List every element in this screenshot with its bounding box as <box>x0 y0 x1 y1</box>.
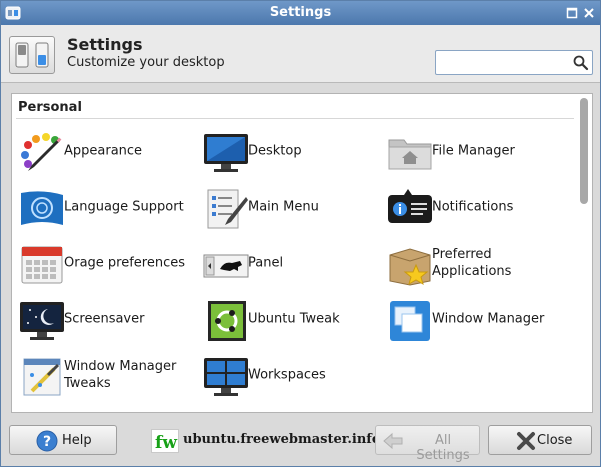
item-preferred-applications[interactable]: Preferred Applications <box>386 240 566 286</box>
item-ubuntu-tweak[interactable]: Ubuntu Tweak <box>202 296 382 342</box>
close-label: Close <box>537 433 573 448</box>
panel-icon <box>203 254 249 278</box>
item-label: File Manager <box>432 143 515 159</box>
item-language-support[interactable]: Language Support <box>18 184 198 230</box>
screensaver-icon <box>20 302 64 340</box>
maximize-icon <box>566 7 578 19</box>
item-label: Main Menu <box>248 199 319 215</box>
item-window-manager-tweaks[interactable]: Window Manager Tweaks <box>18 352 198 398</box>
header-title: Settings <box>67 35 143 54</box>
item-label: Preferred Applications <box>432 247 512 279</box>
scrollbar-thumb[interactable] <box>580 98 588 204</box>
item-notifications[interactable]: Notifications <box>386 184 566 230</box>
svg-text:?: ? <box>43 434 51 450</box>
palette-icon <box>21 133 62 171</box>
item-desktop[interactable]: Desktop <box>202 128 382 174</box>
item-label: Language Support <box>64 199 184 215</box>
window-title: Settings <box>269 5 332 20</box>
maximize-button[interactable] <box>564 5 580 21</box>
item-label: Appearance <box>64 143 143 159</box>
freewebmaster-logo: fw <box>151 429 179 453</box>
watermark: fw ubuntu.freewebmaster.info <box>151 429 381 453</box>
all-settings-button[interactable]: All Settings <box>375 425 480 463</box>
vertical-scrollbar[interactable] <box>578 96 590 410</box>
item-orage-preferences[interactable]: Orage preferences <box>18 240 198 286</box>
section-divider <box>16 118 574 119</box>
item-label: Orage preferences <box>64 255 186 271</box>
item-screensaver[interactable]: Screensaver <box>18 296 198 342</box>
item-label: Panel <box>248 255 284 271</box>
close-button[interactable]: Close <box>488 425 592 455</box>
title-bar[interactable]: Settings <box>1 1 600 25</box>
calendar-icon <box>21 246 63 284</box>
ubuntu-tweak-icon <box>208 301 246 341</box>
preferred-apps-icon <box>389 248 431 286</box>
item-label: Window Manager <box>432 311 545 327</box>
close-window-button[interactable] <box>581 5 597 21</box>
watermark-text: ubuntu.freewebmaster.info <box>183 432 381 447</box>
workspaces-icon <box>204 358 248 396</box>
item-label: Notifications <box>432 199 514 215</box>
back-arrow-icon <box>383 432 403 450</box>
search-icon[interactable] <box>572 54 589 71</box>
window-tweaks-icon <box>23 358 61 396</box>
help-icon: ? <box>36 430 58 452</box>
item-main-menu[interactable]: Main Menu <box>202 184 382 230</box>
help-label: Help <box>62 433 92 448</box>
search-input[interactable] <box>440 54 568 71</box>
monitor-icon <box>204 134 248 172</box>
settings-header: Settings Customize your desktop <box>1 25 600 83</box>
item-label: Workspaces <box>248 367 326 383</box>
notification-icon <box>388 189 432 223</box>
menu-editor-icon <box>207 189 248 229</box>
item-label: Ubuntu Tweak <box>248 311 340 327</box>
help-button[interactable]: ? Help <box>9 425 117 455</box>
search-box[interactable] <box>435 50 593 75</box>
item-window-manager[interactable]: Window Manager <box>386 296 566 342</box>
close-icon <box>584 8 594 18</box>
settings-window: Settings Settings Customize your desktop <box>0 0 601 467</box>
item-workspaces[interactable]: Workspaces <box>202 352 382 398</box>
svg-text:fw: fw <box>155 433 177 453</box>
window-manager-icon <box>390 301 430 341</box>
settings-content: Personal Appearance Desktop File Manager… <box>11 93 593 413</box>
item-label: Desktop <box>248 143 302 159</box>
settings-toggle-icon <box>9 36 55 74</box>
item-appearance[interactable]: Appearance <box>18 128 198 174</box>
all-settings-label: All Settings <box>416 433 470 463</box>
folder-home-icon <box>388 139 432 170</box>
item-file-manager[interactable]: File Manager <box>386 128 566 174</box>
item-label: Window Manager Tweaks <box>64 359 177 391</box>
language-flag-icon <box>21 191 63 225</box>
item-label: Screensaver <box>64 311 145 327</box>
section-title-personal: Personal <box>18 100 82 115</box>
item-panel[interactable]: Panel <box>202 240 382 286</box>
close-x-icon <box>517 432 535 450</box>
header-subtitle: Customize your desktop <box>67 55 225 70</box>
